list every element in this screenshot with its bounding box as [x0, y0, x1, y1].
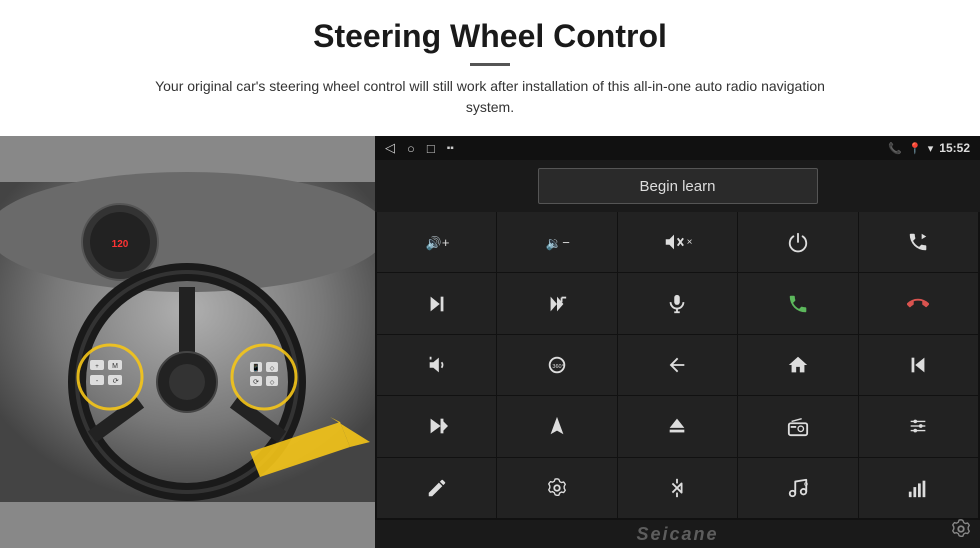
360-cam-button[interactable]: 360°: [497, 335, 616, 395]
ff-mute-button[interactable]: [497, 273, 616, 333]
content-row: 120 + M - ⟳: [0, 136, 980, 548]
title-divider: [470, 63, 510, 66]
svg-text:◇: ◇: [270, 380, 275, 386]
svg-text:⟳: ⟳: [253, 379, 259, 386]
horn-button[interactable]: [377, 335, 496, 395]
svg-text:+: +: [95, 364, 99, 370]
vol-down-button[interactable]: 🔉 −: [497, 212, 616, 272]
recents-icon[interactable]: □: [427, 141, 435, 156]
eq-button[interactable]: [859, 396, 978, 456]
bluetooth-button[interactable]: [618, 458, 737, 518]
phone-button[interactable]: [738, 273, 857, 333]
status-bar-right: 📞 📍 ▾ 15:52: [888, 141, 970, 155]
eject-button[interactable]: [618, 396, 737, 456]
status-bar: ◁ ○ □ ▪▪ 📞 📍 ▾ 15:52: [375, 136, 980, 160]
navigation-button[interactable]: [497, 396, 616, 456]
steering-wheel-area: 120 + M - ⟳: [0, 136, 375, 548]
home-button[interactable]: [738, 335, 857, 395]
settings-gear-icon[interactable]: [950, 518, 972, 546]
seicane-watermark: Seicane: [636, 524, 718, 545]
music-button[interactable]: ⚙: [738, 458, 857, 518]
svg-text:120: 120: [112, 239, 129, 250]
vol-up-button[interactable]: 🔊 +: [377, 212, 496, 272]
location-icon: 📍: [908, 142, 922, 155]
subtitle-text: Your original car's steering wheel contr…: [130, 76, 850, 118]
wifi-icon: ▾: [928, 142, 934, 155]
begin-learn-button[interactable]: Begin learn: [538, 168, 818, 204]
mute-button[interactable]: ×: [618, 212, 737, 272]
skip-fwd-button[interactable]: [377, 396, 496, 456]
svg-text:⚙: ⚙: [803, 481, 808, 488]
settings-button[interactable]: [497, 458, 616, 518]
begin-learn-row: Begin learn: [375, 160, 980, 212]
pen-button[interactable]: [377, 458, 496, 518]
svg-text:360°: 360°: [553, 364, 564, 370]
svg-text:M: M: [112, 363, 118, 370]
icon-grid: 🔊 + 🔉 − ×: [375, 212, 980, 520]
status-bar-left: ◁ ○ □ ▪▪: [385, 140, 454, 156]
bottom-bar: Seicane: [375, 520, 980, 548]
steering-wheel-svg: 120 + M - ⟳: [0, 136, 375, 548]
phone-status-icon: 📞: [888, 142, 902, 155]
header-section: Steering Wheel Control Your original car…: [0, 0, 980, 128]
radio-button[interactable]: [738, 396, 857, 456]
bars-button[interactable]: [859, 458, 978, 518]
next-track-button[interactable]: [377, 273, 496, 333]
time-display: 15:52: [939, 141, 970, 155]
back-arrow-icon[interactable]: ◁: [385, 140, 395, 156]
home-circle-icon[interactable]: ○: [407, 141, 415, 156]
microphone-button[interactable]: [618, 273, 737, 333]
page-container: Steering Wheel Control Your original car…: [0, 0, 980, 548]
svg-text:🔉: 🔉: [546, 236, 562, 252]
android-screen: ◁ ○ □ ▪▪ 📞 📍 ▾ 15:52 Begin learn: [375, 136, 980, 548]
svg-text:🔊: 🔊: [426, 235, 442, 252]
page-title: Steering Wheel Control: [60, 18, 920, 55]
phone-prev-button[interactable]: [859, 212, 978, 272]
back-button[interactable]: [618, 335, 737, 395]
svg-text:📱: 📱: [252, 363, 261, 372]
power-button[interactable]: [738, 212, 857, 272]
svg-text:◇: ◇: [270, 366, 275, 372]
skip-back-button[interactable]: [859, 335, 978, 395]
battery-signal-icon: ▪▪: [447, 143, 454, 154]
hang-up-button[interactable]: [859, 273, 978, 333]
